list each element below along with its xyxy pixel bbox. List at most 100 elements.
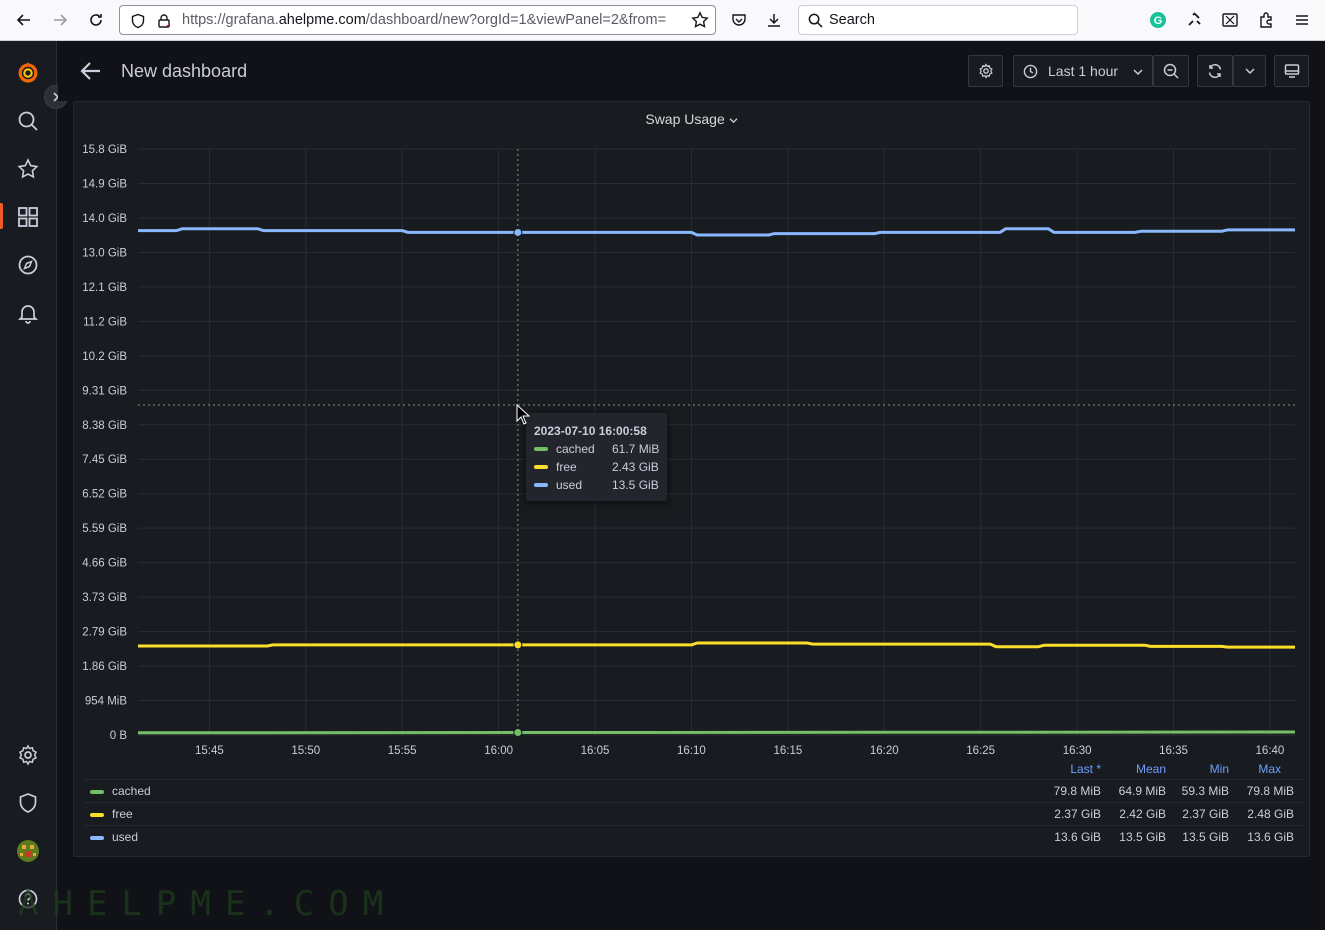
extensions-puzzle-icon[interactable] (1254, 8, 1278, 32)
forward-icon[interactable] (48, 8, 72, 32)
configuration-gear-icon[interactable] (16, 743, 40, 767)
legend-mean: 64.9 MiB (1118, 784, 1166, 798)
legend-series-name[interactable]: free (112, 807, 133, 821)
back-icon[interactable] (12, 8, 36, 32)
bookmark-star-icon[interactable] (688, 8, 712, 32)
y-tick-label: 9.31 GiB (82, 385, 127, 397)
swap-usage-chart[interactable]: 0 B 954 MiB 1.86 GiB 2.79 GiB 3.73 GiB 4.66 G… (74, 102, 1311, 762)
zoom-out-icon (1163, 63, 1179, 79)
legend-last: 13.6 GiB (1054, 830, 1101, 844)
y-tick-label: 954 MiB (85, 696, 128, 708)
legend-swatch (90, 790, 104, 794)
tooltip-series-name: used (556, 478, 583, 492)
y-tick-label: 2.79 GiB (82, 627, 127, 639)
y-tick-label: 15.8 GiB (82, 144, 127, 156)
x-tick-label: 16:35 (1159, 745, 1188, 757)
series-line-used (138, 227, 1295, 237)
y-tick-label: 1.86 GiB (82, 661, 127, 673)
series-line-cached (137, 730, 1296, 735)
cursor-point-free (513, 640, 523, 650)
tooltip-row-free: free 2.43 GiB (534, 458, 664, 476)
url-bar[interactable]: https://grafana.ahelpme.com/dashboard/ne… (119, 5, 716, 35)
gear-icon (978, 63, 993, 79)
legend-min: 59.3 MiB (1181, 784, 1229, 798)
x-tick-label: 16:25 (966, 745, 995, 757)
legend-header-mean[interactable]: Mean (1094, 762, 1166, 776)
sidebar-active-indicator (0, 203, 3, 229)
arrow-left-icon (80, 62, 100, 80)
legend-row-used[interactable]: used 13.6 GiB 13.5 GiB 13.5 GiB 13.6 GiB (84, 825, 1304, 848)
tooltip-time: 2023-07-10 16:00:58 (534, 424, 647, 438)
swap-usage-panel: Swap Usage 0 B 954 MiB 1.86 GiB 2.79 GiB 3.7… (73, 101, 1310, 857)
refresh-icon (1208, 63, 1222, 79)
legend-series-name[interactable]: cached (112, 784, 151, 798)
y-tick-label: 6.52 GiB (82, 489, 127, 501)
explore-compass-icon[interactable] (16, 253, 40, 277)
x-tick-label: 15:45 (195, 745, 224, 757)
legend-swatch (90, 813, 104, 817)
legend-mean: 13.5 GiB (1119, 830, 1166, 844)
tooltip-series-value: 2.43 GiB (612, 460, 659, 474)
y-tick-label: 8.38 GiB (82, 420, 127, 432)
starred-star-icon[interactable] (16, 157, 40, 181)
legend-row-free[interactable]: free 2.37 GiB 2.42 GiB 2.37 GiB 2.48 GiB (84, 802, 1304, 825)
dashboards-grid-icon[interactable] (16, 205, 40, 229)
screenshot-icon[interactable] (1218, 8, 1242, 32)
search-icon (808, 13, 823, 28)
legend-header-last[interactable]: Last * (1029, 762, 1101, 776)
legend-swatch (90, 836, 104, 840)
reload-icon[interactable] (84, 8, 108, 32)
pocket-icon[interactable] (727, 8, 751, 32)
legend-last: 79.8 MiB (1053, 784, 1101, 798)
legend-min: 13.5 GiB (1182, 830, 1229, 844)
search-bar[interactable]: Search (798, 5, 1078, 35)
tooltip-swatch (534, 447, 548, 451)
lock-icon[interactable] (156, 13, 172, 29)
server-admin-shield-icon[interactable] (16, 791, 40, 815)
search-nav-icon[interactable] (16, 109, 40, 133)
zoom-out-button[interactable] (1153, 55, 1189, 87)
x-tick-label: 16:10 (677, 745, 706, 757)
x-tick-label: 15:50 (291, 745, 320, 757)
legend-row-cached[interactable]: cached 79.8 MiB 64.9 MiB 59.3 MiB 79.8 M… (84, 779, 1304, 802)
y-tick-label: 5.59 GiB (82, 523, 127, 535)
x-tick-label: 16:05 (581, 745, 610, 757)
y-tick-label: 11.2 GiB (83, 316, 127, 328)
url-text: https://grafana.ahelpme.com/dashboard/ne… (182, 12, 667, 28)
legend-header-max[interactable]: Max (1209, 762, 1281, 776)
clock-icon (1023, 64, 1038, 78)
tooltip-series-name: free (556, 460, 577, 474)
page-title: New dashboard (121, 61, 248, 81)
alerting-bell-icon[interactable] (16, 301, 40, 325)
legend-min: 2.37 GiB (1182, 807, 1229, 821)
shield-icon[interactable] (130, 13, 146, 29)
tooltip-swatch (534, 483, 548, 487)
grammarly-icon[interactable]: G (1146, 8, 1170, 32)
user-avatar[interactable] (16, 839, 40, 863)
legend-series-name[interactable]: used (112, 830, 138, 844)
y-tick-label: 4.66 GiB (82, 558, 127, 570)
y-tick-label: 0 B (110, 730, 128, 742)
legend-last: 2.37 GiB (1054, 807, 1101, 821)
monitor-icon (1284, 64, 1299, 78)
dashboard-settings-button[interactable] (968, 55, 1003, 87)
extension-arrows-icon[interactable] (1182, 8, 1206, 32)
refresh-interval-dropdown[interactable] (1233, 55, 1266, 87)
legend-mean: 2.42 GiB (1119, 807, 1166, 821)
mouse-cursor-icon (516, 404, 530, 425)
watermark-logo: AHELPME.COM (18, 884, 398, 924)
tv-mode-button[interactable] (1274, 55, 1309, 87)
browser-toolbar: https://grafana.ahelpme.com/dashboard/ne… (0, 0, 1325, 41)
hamburger-menu-icon[interactable] (1290, 8, 1314, 32)
x-tick-label: 15:55 (388, 745, 417, 757)
cursor-point-cached (513, 728, 523, 738)
chevron-down-icon (1244, 68, 1255, 75)
refresh-button[interactable] (1197, 55, 1233, 87)
download-icon[interactable] (762, 8, 786, 32)
back-arrow-button[interactable] (80, 60, 104, 82)
y-tick-label: 12.1 GiB (82, 282, 127, 294)
legend-max: 79.8 MiB (1246, 784, 1294, 798)
time-range-picker[interactable]: Last 1 hour (1013, 55, 1153, 87)
grafana-logo-icon[interactable] (16, 61, 40, 85)
x-tick-label: 16:00 (484, 745, 513, 757)
